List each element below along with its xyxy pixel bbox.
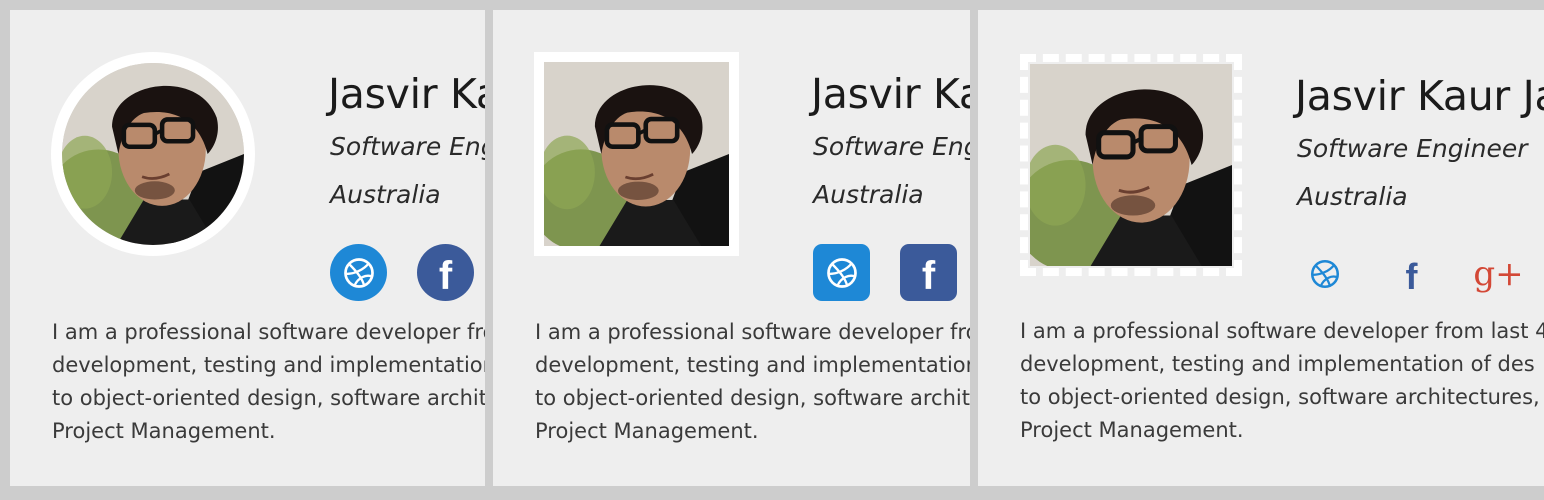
profile-card-3: Jasvir Kaur Ja Software Engineer Austral…: [978, 10, 1544, 486]
social-links: f g+: [813, 244, 970, 301]
facebook-button[interactable]: f: [900, 244, 957, 301]
profile-photo-image: [62, 63, 244, 245]
profile-name: Jasvir Kaur Ja: [1295, 72, 1544, 120]
profile-location: Australia: [813, 180, 924, 209]
profile-card-1: Jasvir Kaur Ja Software Engineer Austral…: [10, 10, 485, 486]
bio-line: to object-oriented design, software arch…: [535, 386, 970, 410]
profile-photo-image: [1030, 64, 1232, 266]
profile-location: Australia: [1297, 182, 1408, 211]
dribbble-button[interactable]: [330, 244, 387, 301]
google-plus-button[interactable]: g+: [1470, 245, 1527, 302]
profile-title: Software Engineer: [813, 132, 970, 161]
facebook-icon: f: [438, 253, 453, 298]
social-links: f g+: [330, 244, 485, 301]
facebook-button[interactable]: f: [1383, 245, 1440, 302]
bio-line: to object-oriented design, software arch…: [52, 386, 485, 410]
facebook-icon: f: [1405, 255, 1418, 297]
social-links: f g+: [1296, 245, 1527, 302]
bio-line: development, testing and implementation …: [52, 353, 485, 377]
profile-name: Jasvir Kaur Ja: [811, 70, 970, 118]
bio-line: I am a professional software developer f…: [52, 320, 485, 344]
profile-title: Software Engineer: [330, 132, 485, 161]
google-plus-icon: g+: [1473, 253, 1524, 294]
bio-line: development, testing and implementation …: [1020, 352, 1535, 376]
dribbble-icon: [1308, 257, 1342, 291]
profile-name: Jasvir Kaur Ja: [328, 70, 485, 118]
bio-line: I am a professional software developer f…: [535, 320, 970, 344]
profile-photo: [534, 52, 739, 256]
profile-title: Software Engineer: [1297, 134, 1528, 163]
facebook-icon: f: [921, 253, 936, 298]
bio-line: development, testing and implementation …: [535, 353, 970, 377]
bio-line: Project Management.: [535, 419, 759, 443]
profile-card-2: Jasvir Kaur Ja Software Engineer Austral…: [493, 10, 970, 486]
profile-photo: [1020, 54, 1242, 276]
bio-line: to object-oriented design, software arch…: [1020, 385, 1540, 409]
profile-location: Australia: [330, 180, 441, 209]
dribbble-button[interactable]: [813, 244, 870, 301]
bio-line: I am a professional software developer f…: [1020, 319, 1544, 343]
bio-line: Project Management.: [1020, 418, 1244, 442]
dribbble-button[interactable]: [1296, 245, 1353, 302]
bio-line: Project Management.: [52, 419, 276, 443]
profile-photo: [51, 52, 255, 256]
dribbble-icon: [341, 255, 377, 291]
profile-photo-image: [544, 62, 729, 246]
dribbble-icon: [824, 255, 860, 291]
facebook-button[interactable]: f: [417, 244, 474, 301]
